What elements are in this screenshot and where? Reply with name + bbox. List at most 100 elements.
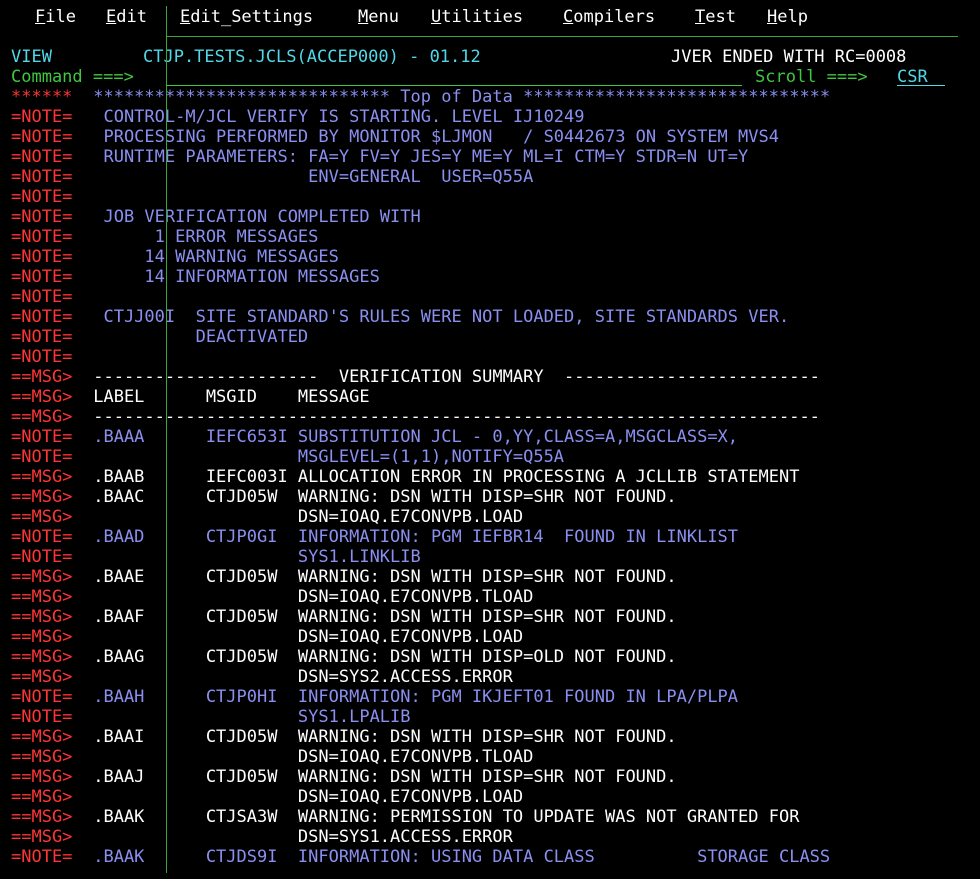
data-line: =NOTE= CTJJ00I SITE STANDARD'S RULES WER… [0, 307, 980, 327]
line-prefix[interactable]: =NOTE= [11, 327, 72, 347]
data-line: ==MSG> .BAAK CTJSA3W WARNING: PERMISSION… [0, 807, 980, 827]
line-prefix[interactable]: ==MSG> [11, 587, 72, 607]
line-prefix[interactable]: =NOTE= [11, 527, 72, 547]
line-prefix[interactable]: ==MSG> [11, 647, 72, 667]
menu-menu-label: enu [368, 7, 399, 27]
line-prefix[interactable]: =NOTE= [11, 287, 72, 307]
line-text: LABEL MSGID MESSAGE [83, 387, 370, 407]
line-prefix[interactable]: =NOTE= [11, 207, 72, 227]
line-text: ----------------------------------------… [83, 407, 820, 427]
line-text: SYS1.LPALIB [83, 707, 411, 727]
view-mode: VIEW [11, 47, 52, 67]
line-prefix[interactable]: ==MSG> [11, 387, 72, 407]
line-prefix[interactable]: =NOTE= [11, 107, 72, 127]
line-prefix[interactable]: ==MSG> [11, 607, 72, 627]
data-line: =NOTE= ENV=GENERAL USER=Q55A [0, 167, 980, 187]
line-prefix[interactable]: ==MSG> [11, 767, 72, 787]
line-prefix[interactable]: =NOTE= [11, 447, 72, 467]
data-line: =NOTE= .BAAA IEFC653I SUBSTITUTION JCL -… [0, 427, 980, 447]
scroll-amount-input[interactable] [897, 68, 945, 86]
data-line: ==MSG> ---------------------- VERIFICATI… [0, 367, 980, 387]
line-prefix[interactable]: ==MSG> [11, 507, 72, 527]
line-text: .BAAH CTJP0HI INFORMATION: PGM IKJEFT01 … [83, 687, 739, 707]
line-prefix[interactable]: ==MSG> [11, 827, 72, 847]
line-text: DSN=IOAQ.E7CONVPB.LOAD [83, 787, 524, 807]
data-line: =NOTE= .BAAD CTJP0GI INFORMATION: PGM IE… [0, 527, 980, 547]
line-prefix[interactable]: ==MSG> [11, 367, 72, 387]
data-line: =NOTE= MSGLEVEL=(1,1),NOTIFY=Q55A [0, 447, 980, 467]
command-line: Command ===> Scroll ===> [0, 67, 980, 87]
menu-separator [166, 36, 958, 37]
data-line: =NOTE= CONTROL-M/JCL VERIFY IS STARTING.… [0, 107, 980, 127]
line-prefix[interactable]: =NOTE= [11, 307, 72, 327]
line-text: MSGLEVEL=(1,1),NOTIFY=Q55A [83, 447, 565, 467]
command-input[interactable] [166, 68, 742, 86]
line-prefix[interactable]: =NOTE= [11, 187, 72, 207]
line-prefix[interactable]: ==MSG> [11, 727, 72, 747]
line-prefix[interactable]: =NOTE= [11, 267, 72, 287]
line-prefix[interactable]: =NOTE= [11, 147, 72, 167]
line-text: DEACTIVATED [83, 327, 309, 347]
line-text: PROCESSING PERFORMED BY MONITOR $LJMON /… [83, 127, 779, 147]
data-line: =NOTE= [0, 347, 980, 367]
line-text: .BAAA IEFC653I SUBSTITUTION JCL - 0,YY,C… [83, 427, 739, 447]
data-line: =NOTE= RUNTIME PARAMETERS: FA=Y FV=Y JES… [0, 147, 980, 167]
data-line: ==MSG> .BAAG CTJD05W WARNING: DSN WITH D… [0, 647, 980, 667]
line-prefix[interactable]: ****** [11, 87, 72, 107]
line-prefix[interactable]: ==MSG> [11, 787, 72, 807]
data-line: ==MSG> DSN=IOAQ.E7CONVPB.LOAD [0, 507, 980, 527]
line-prefix[interactable]: =NOTE= [11, 167, 72, 187]
menu-utilities-mnemonic: U [431, 7, 442, 27]
data-line: =NOTE= 14 INFORMATION MESSAGES [0, 267, 980, 287]
line-text: .BAAK CTJDS9I INFORMATION: USING DATA CL… [83, 847, 831, 867]
menu-help[interactable]: Help [767, 7, 808, 27]
menu-compilers-label: ompilers [573, 7, 656, 27]
menu-compilers[interactable]: Compilers [563, 7, 655, 27]
menu-utilities[interactable]: Utilities [431, 7, 523, 27]
line-prefix[interactable]: ==MSG> [11, 487, 72, 507]
data-line: ==MSG> ---------------------------------… [0, 407, 980, 427]
menu-test[interactable]: Test [695, 7, 736, 27]
data-line: =NOTE= JOB VERIFICATION COMPLETED WITH [0, 207, 980, 227]
menu-edit[interactable]: Edit [106, 7, 147, 27]
line-text: ---------------------- VERIFICATION SUMM… [83, 367, 820, 387]
data-line: =NOTE= .BAAK CTJDS9I INFORMATION: USING … [0, 847, 980, 867]
line-prefix[interactable]: =NOTE= [11, 707, 72, 727]
line-prefix[interactable]: =NOTE= [11, 247, 72, 267]
line-prefix[interactable]: =NOTE= [11, 127, 72, 147]
line-prefix[interactable]: =NOTE= [11, 427, 72, 447]
line-prefix[interactable]: ==MSG> [11, 567, 72, 587]
line-prefix[interactable]: =NOTE= [11, 547, 72, 567]
data-line: =NOTE= [0, 287, 980, 307]
data-line: ==MSG> .BAAI CTJD05W WARNING: DSN WITH D… [0, 727, 980, 747]
data-line: =NOTE= SYS1.LINKLIB [0, 547, 980, 567]
menu-menu[interactable]: Menu [358, 7, 399, 27]
line-text: .BAAG CTJD05W WARNING: DSN WITH DISP=OLD… [83, 647, 677, 667]
line-text: DSN=SYS1.ACCESS.ERROR [83, 827, 513, 847]
command-label: Command ===> [11, 67, 134, 87]
line-prefix[interactable]: ==MSG> [11, 407, 72, 427]
menu-compilers-mnemonic: C [563, 7, 574, 27]
data-line: ==MSG> .BAAF CTJD05W WARNING: DSN WITH D… [0, 607, 980, 627]
line-text: .BAAE CTJD05W WARNING: DSN WITH DISP=SHR… [83, 567, 677, 587]
line-text: DSN=IOAQ.E7CONVPB.LOAD [83, 507, 524, 527]
data-line: ==MSG> DSN=IOAQ.E7CONVPB.TLOAD [0, 587, 980, 607]
line-prefix[interactable]: =NOTE= [11, 847, 72, 867]
line-text: DSN=SYS2.ACCESS.ERROR [83, 667, 513, 687]
line-prefix[interactable]: =NOTE= [11, 687, 72, 707]
line-prefix[interactable]: ==MSG> [11, 667, 72, 687]
line-prefix[interactable]: ==MSG> [11, 807, 72, 827]
line-text: JOB VERIFICATION COMPLETED WITH [83, 207, 421, 227]
line-text: 14 INFORMATION MESSAGES [83, 267, 380, 287]
data-line: ==MSG> .BAAC CTJD05W WARNING: DSN WITH D… [0, 487, 980, 507]
line-prefix[interactable]: ==MSG> [11, 627, 72, 647]
line-prefix[interactable]: ==MSG> [11, 747, 72, 767]
data-line: =NOTE= 14 WARNING MESSAGES [0, 247, 980, 267]
line-prefix[interactable]: =NOTE= [11, 347, 72, 367]
line-text: .BAAB IEFC003I ALLOCATION ERROR IN PROCE… [83, 467, 800, 487]
line-text: .BAAK CTJSA3W WARNING: PERMISSION TO UPD… [83, 807, 800, 827]
line-prefix[interactable]: ==MSG> [11, 467, 72, 487]
menu-file[interactable]: File [35, 7, 76, 27]
menu-edit-settings[interactable]: Edit_Settings [180, 7, 313, 27]
line-prefix[interactable]: =NOTE= [11, 227, 72, 247]
